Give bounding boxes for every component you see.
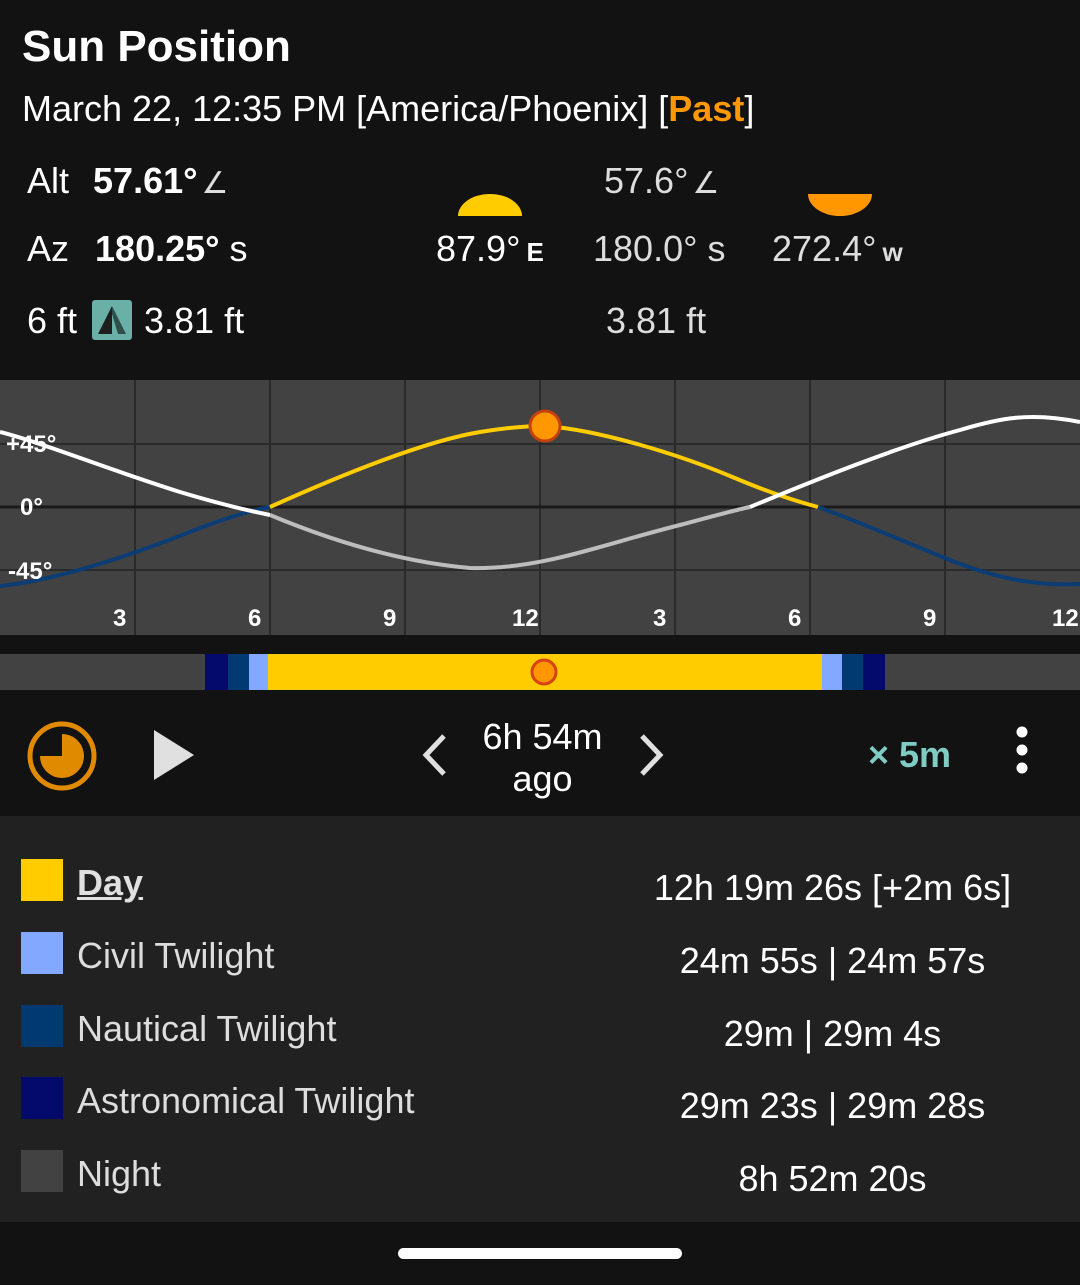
legend-label: Night [77, 1153, 162, 1194]
legend-value: 29m 23s | 29m 28s [679, 1085, 986, 1126]
sun-curve-evening-night [817, 505, 1080, 587]
phase-bar-sun-marker [530, 658, 558, 686]
x-tick-label: 3 [113, 605, 126, 632]
legend-swatch-nautical [21, 1005, 63, 1047]
shadow-length: 3.81 ft [144, 300, 245, 341]
phase-nautical-morning [228, 654, 249, 690]
page-title: Sun Position [22, 22, 291, 71]
x-tick-label: 9 [923, 605, 936, 632]
alt-label: Alt [27, 160, 70, 201]
x-tick-label: 6 [248, 605, 261, 632]
home-gesture-handle[interactable] [398, 1248, 682, 1259]
noon-alt-value: 57.6° [604, 160, 689, 201]
noon-az-dir: s [707, 228, 726, 269]
angle-icon: ∠ [201, 167, 229, 200]
sunset-azimuth: 272.4° w [772, 228, 903, 270]
legend-label: Astronomical Twilight [77, 1080, 415, 1121]
phase-astronomical-morning [205, 654, 228, 690]
shadow-icon [92, 300, 132, 340]
mode-close-bracket: ] [744, 88, 755, 129]
noon-angle-icon: ∠ [692, 167, 720, 200]
legend-swatch-day [21, 859, 63, 901]
altitude-row: Alt 57.61° ∠ [27, 160, 228, 202]
altitude-chart[interactable]: +45° 0° -45° 3 6 9 12 3 6 9 12 [0, 380, 1080, 635]
phase-night-evening [885, 654, 1080, 690]
legend-swatch-night [21, 1150, 63, 1192]
clock-icon[interactable] [26, 720, 98, 792]
chevron-left-icon[interactable] [420, 734, 450, 776]
legend-row-night[interactable]: Night 8h 52m 20s [0, 1150, 1080, 1222]
y-tick-label: +45° [6, 431, 56, 458]
noon-altitude: 57.6° ∠ [604, 160, 719, 202]
x-tick-label: 12 [1052, 605, 1079, 632]
phase-nautical-evening [842, 654, 863, 690]
legend-value: 29m | 29m 4s [723, 1013, 942, 1054]
phase-bar-svg [0, 654, 1080, 690]
legend-value: 8h 52m 20s [738, 1158, 927, 1199]
legend-label: Civil Twilight [77, 935, 275, 976]
mode-badge: Past [668, 88, 745, 129]
object-height[interactable]: 6 ft [27, 300, 77, 342]
legend-value: 12h 19m 26s [+2m 6s] [653, 867, 1012, 908]
sunset-az-value: 272.4° [772, 228, 877, 269]
sunrise-az-value: 87.9° [436, 228, 521, 269]
sunrise-icon [458, 194, 522, 216]
x-tick-label: 6 [788, 605, 801, 632]
speed-multiplier[interactable]: × 5m [868, 734, 951, 776]
moon-curve-rise [749, 414, 1080, 509]
sunrise-azimuth: 87.9° E [436, 228, 544, 270]
phase-legend: Day 12h 19m 26s [+2m 6s] Civil Twilight … [0, 816, 1080, 1222]
az-direction: s [229, 228, 248, 269]
x-tick-label: 3 [653, 605, 666, 632]
chevron-right-icon[interactable] [636, 734, 666, 776]
date-time-subtitle[interactable]: March 22, 12:35 PM [America/Phoenix] [Pa… [22, 88, 754, 130]
az-value: 180.25° [95, 228, 220, 269]
legend-value: 24m 55s | 24m 57s [679, 940, 986, 981]
sunset-az-dir: w [882, 237, 903, 267]
legend-row-nautical-twilight[interactable]: Nautical Twilight 29m | 29m 4s [0, 1005, 1080, 1077]
legend-row-civil-twilight[interactable]: Civil Twilight 24m 55s | 24m 57s [0, 932, 1080, 1004]
time-offset-suffix: ago [512, 758, 573, 799]
phase-civil-morning [249, 654, 268, 690]
time-offset-display[interactable]: 6h 54m ago [450, 716, 635, 800]
phase-civil-evening [822, 654, 842, 690]
altitude-chart-svg: +45° 0° -45° 3 6 9 12 3 6 9 12 [0, 380, 1080, 635]
twilight-phase-bar[interactable] [0, 654, 1080, 690]
sunset-icon [808, 194, 872, 216]
x-tick-label: 12 [512, 605, 539, 632]
sun-position-header: Sun Position March 22, 12:35 PM [America… [0, 0, 1080, 380]
x-tick-label: 9 [383, 605, 396, 632]
noon-shadow-length: 3.81 ft [606, 300, 707, 341]
sunrise-az-dir: E [526, 237, 544, 267]
azimuth-row: Az 180.25° s [27, 228, 248, 270]
legend-swatch-civil [21, 932, 63, 974]
moon-curve-below [269, 505, 751, 571]
legend-row-astronomical-twilight[interactable]: Astronomical Twilight 29m 23s | 29m 28s [0, 1077, 1080, 1149]
current-sun-marker[interactable] [528, 409, 562, 443]
phase-astronomical-evening [863, 654, 885, 690]
az-label: Az [27, 228, 70, 269]
y-tick-label: -45° [8, 558, 52, 585]
noon-az-value: 180.0° [593, 228, 698, 269]
play-icon[interactable] [152, 730, 196, 780]
datetime-text: March 22, 12:35 PM [America/Phoenix] [ [22, 88, 669, 129]
overflow-menu-icon[interactable] [1010, 726, 1034, 776]
noon-azimuth: 180.0° s [593, 228, 725, 270]
legend-swatch-astronomical [21, 1077, 63, 1119]
legend-row-day[interactable]: Day 12h 19m 26s [+2m 6s] [0, 859, 1080, 931]
y-tick-label: 0° [20, 494, 43, 521]
phase-night-morning [0, 654, 205, 690]
legend-label: Day [77, 862, 144, 903]
alt-value: 57.61° [93, 160, 198, 201]
time-offset-value: 6h 54m [482, 716, 603, 757]
legend-label: Nautical Twilight [77, 1008, 337, 1049]
system-nav-bar [0, 1222, 1080, 1285]
